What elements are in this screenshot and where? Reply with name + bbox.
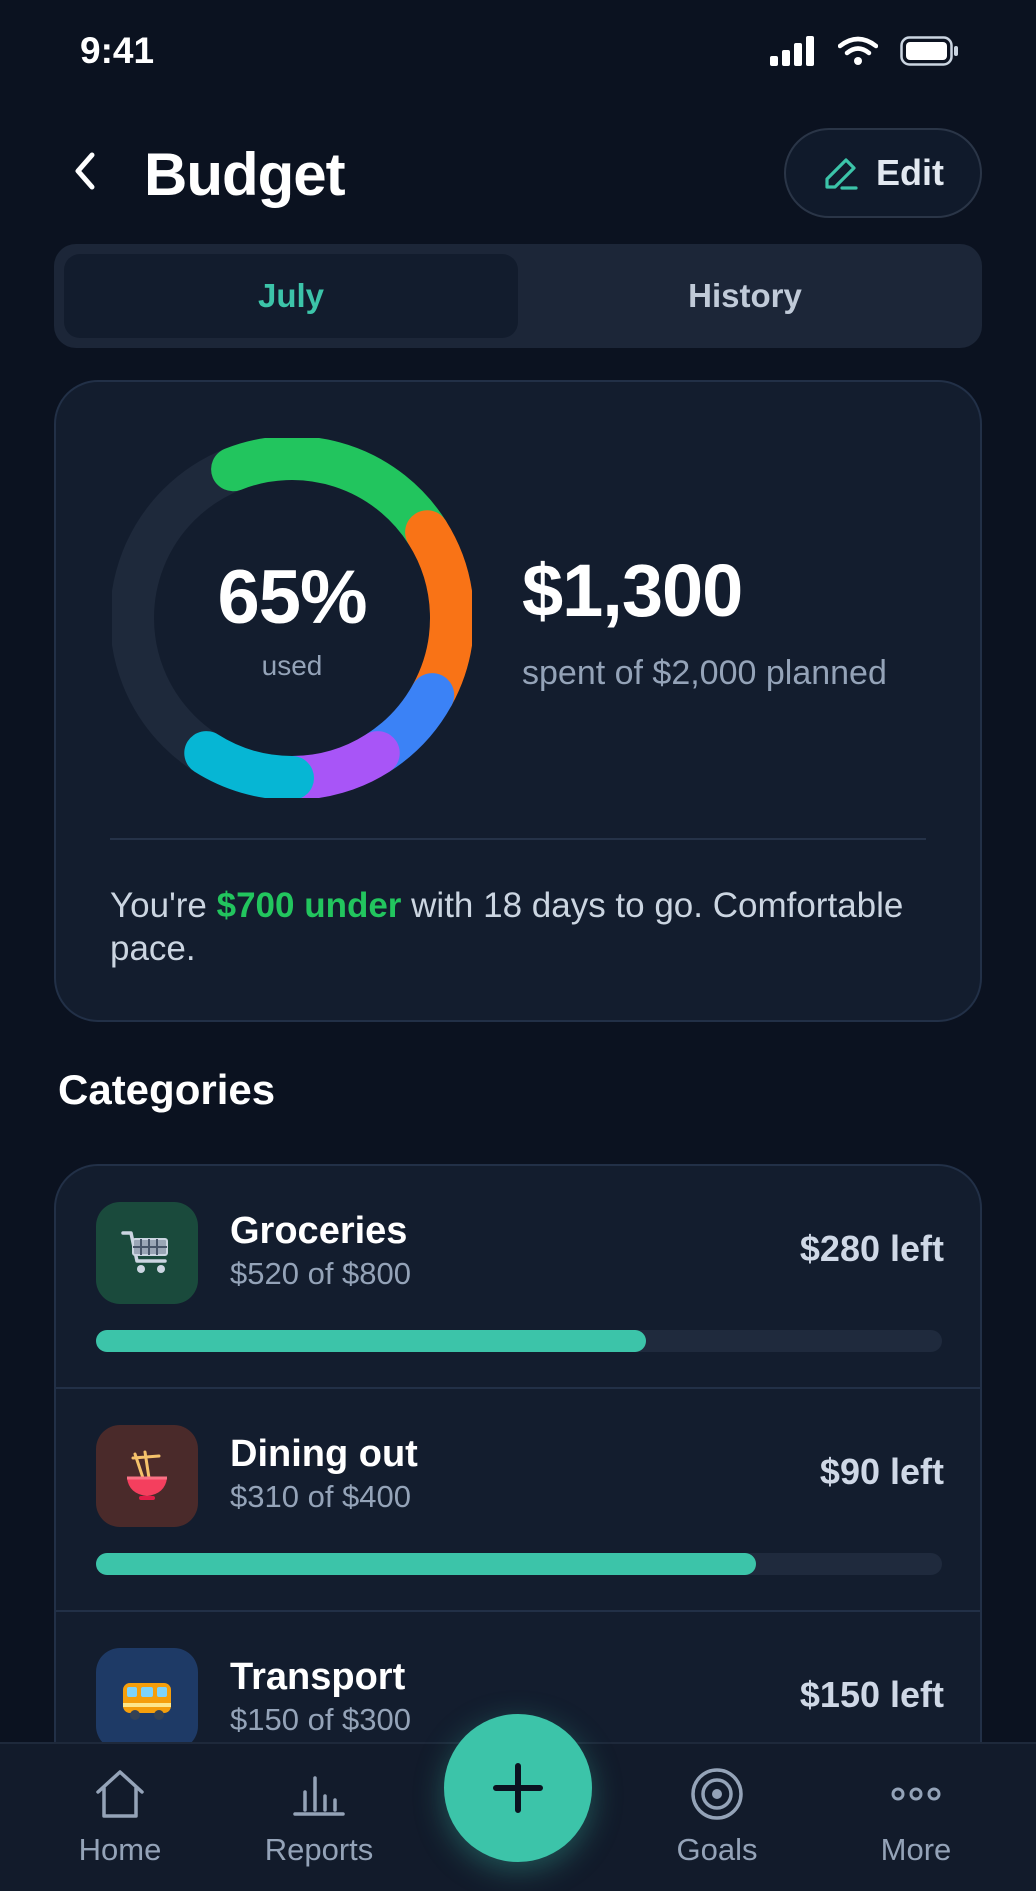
chevron-left-icon [75,152,95,190]
tab-reports[interactable]: Reports [239,1766,399,1868]
category-row-dining-out[interactable]: Dining out $310 of $400 $90 left [56,1389,980,1612]
status-bar: 9:41 [0,0,1036,108]
tab-goals[interactable]: Goals [637,1766,797,1868]
tab-more[interactable]: More [836,1766,996,1868]
more-dots-icon [891,1787,941,1801]
target-icon [691,1768,743,1820]
edit-label: Edit [876,152,944,193]
category-remaining: $150 left [799,1674,944,1715]
bar-chart-icon [293,1776,345,1816]
noodle-bowl-icon [127,1450,167,1500]
category-progress-track [96,1330,942,1352]
categories-title: Categories [58,1066,276,1113]
category-detail: $310 of $400 [230,1479,412,1514]
pace-prefix: You're [110,886,207,925]
status-time: 9:41 [80,30,155,71]
category-row-groceries[interactable]: Groceries $520 of $800 $280 left [56,1166,980,1389]
spent-amount: $1,300 [522,549,743,632]
spent-detail: spent of $2,000 planned [522,654,887,692]
category-icon-box [96,1202,198,1304]
header: Budget Edit [0,124,1036,224]
category-name: Transport [230,1656,406,1698]
donut-center: 65% used [112,438,472,798]
category-name: Groceries [230,1210,408,1252]
tab-home[interactable]: Home [40,1766,200,1868]
edit-button[interactable]: Edit [784,128,982,218]
category-progress-fill [96,1553,756,1575]
budget-summary-card: 65% used $1,300 spent of $2,000 planned … [54,380,982,1022]
plus-icon [493,1763,543,1813]
category-name: Dining out [230,1433,418,1475]
tab-july[interactable]: July [64,254,518,338]
pace-highlight: $700 under [216,886,402,925]
period-tabs: July History [54,244,982,348]
category-remaining: $90 left [819,1451,944,1492]
status-icons [770,36,960,66]
category-icon-box [96,1425,198,1527]
back-button[interactable] [62,148,108,194]
category-remaining: $280 left [799,1228,944,1269]
cellular-signal-icon [770,36,814,66]
category-icon-box [96,1648,198,1750]
page-title: Budget [144,141,346,208]
home-icon [96,1770,144,1818]
tab-label: Home [78,1832,162,1867]
pencil-icon [825,158,858,190]
category-detail: $520 of $800 [230,1256,412,1291]
tab-label: Reports [264,1832,374,1867]
wifi-icon [838,36,878,65]
battery-icon [900,36,958,66]
shopping-cart-icon [121,1231,168,1273]
bus-icon [123,1683,171,1720]
used-label: used [261,650,323,681]
tab-history[interactable]: History [518,254,972,338]
percent-used: 65% [217,555,367,640]
category-detail: $150 of $300 [230,1702,412,1737]
category-progress-fill [96,1330,646,1352]
add-transaction-button[interactable] [444,1714,592,1862]
tab-label: Goals [676,1832,758,1867]
pace-message: You're $700 under with 18 days to go. Co… [110,884,930,970]
tab-label: More [880,1832,952,1867]
category-progress-track [96,1553,942,1575]
divider [110,838,926,840]
